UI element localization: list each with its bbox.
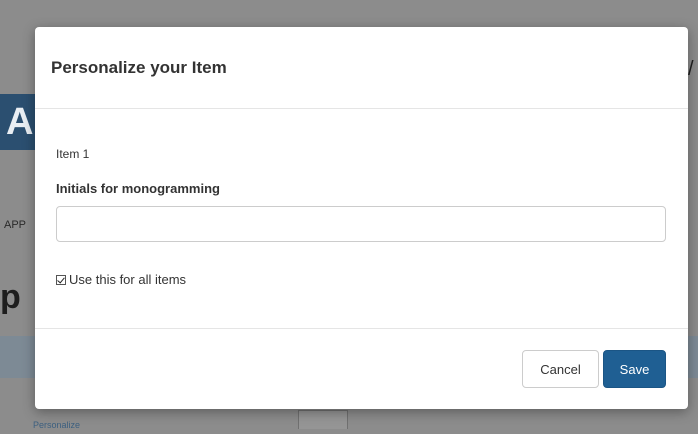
apply-all-row[interactable]: Use this for all items — [56, 272, 186, 287]
initials-input[interactable] — [56, 206, 666, 242]
apply-all-checkbox[interactable] — [56, 274, 66, 285]
background-heading: p — [0, 280, 21, 314]
background-app-label: APP — [4, 219, 27, 231]
background-quantity-field — [298, 410, 348, 429]
background-brand-banner: A — [0, 94, 40, 150]
save-button[interactable]: Save — [603, 350, 666, 388]
background-personalize-link: Personalize — [33, 420, 81, 430]
modal-footer: Cancel Save — [35, 329, 688, 409]
personalize-modal: Personalize your Item Item 1 Initials fo… — [35, 27, 688, 409]
cancel-button[interactable]: Cancel — [522, 350, 599, 388]
apply-all-label: Use this for all items — [69, 272, 187, 287]
modal-title: Personalize your Item — [51, 57, 227, 77]
background-edge-text: / — [688, 58, 694, 80]
initials-field-label: Initials for monogramming — [56, 181, 220, 196]
item-label: Item 1 — [56, 147, 90, 161]
modal-body: Item 1 Initials for monogramming Use thi… — [35, 109, 688, 329]
modal-header: Personalize your Item — [35, 27, 688, 109]
